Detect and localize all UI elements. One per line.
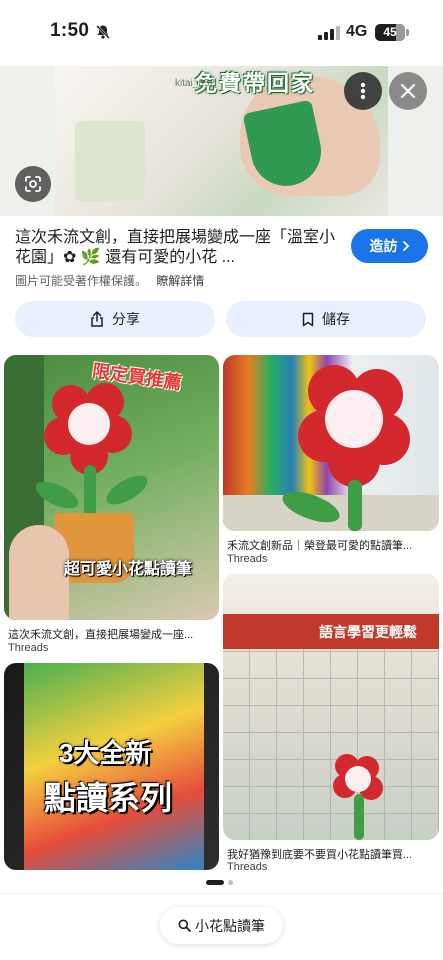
disclaimer-text: 圖片可能受著作權保護。: [15, 274, 148, 288]
status-time: 1:50: [50, 20, 90, 41]
save-button[interactable]: 儲存: [226, 301, 426, 337]
close-button[interactable]: [389, 72, 427, 110]
card-overlay-text: 語言學習更輕鬆: [319, 624, 417, 640]
chevron-right-icon: [402, 241, 409, 251]
card-overlay-text: 點讀系列: [44, 780, 173, 816]
lens-button[interactable]: [15, 166, 51, 202]
card-image[interactable]: 限定買推薦 超可愛小花點讀筆: [4, 355, 219, 620]
signal-icon: [318, 26, 340, 40]
card-title: 禾流文創新品｜榮登最可愛的點讀筆...: [227, 540, 413, 552]
battery-icon: 45: [375, 24, 409, 41]
share-button[interactable]: 分享: [15, 301, 215, 337]
visit-button[interactable]: 造訪: [351, 229, 428, 263]
card-image[interactable]: 3大全新 點讀系列: [4, 663, 219, 870]
share-label: 分享: [112, 311, 140, 327]
hero-photo: 免費帶回家 kitai_052: [55, 66, 388, 216]
page-indicator: [206, 880, 233, 885]
result-title[interactable]: 這次禾流文創，直接把展場變成一座「溫室小花園」✿ 🌿 還有可愛的小花 ...: [15, 228, 335, 268]
share-icon: [91, 311, 103, 327]
more-vert-icon: [360, 82, 366, 100]
copyright-notice: 圖片可能受著作權保護。 瞭解詳情: [15, 272, 204, 289]
visit-label: 造訪: [369, 238, 398, 254]
bell-slash-icon: [96, 25, 110, 39]
card-overlay-text: 3大全新: [59, 738, 152, 768]
card-image[interactable]: [223, 355, 439, 531]
card-image[interactable]: 語言學習更輕鬆: [223, 574, 439, 840]
more-options-button[interactable]: [344, 72, 382, 110]
card-source: Threads: [8, 642, 49, 654]
card-title: 我好猶豫到底要不要買小花點讀筆買...: [227, 849, 413, 861]
card-overlay-text: 超可愛小花點讀筆: [64, 561, 193, 578]
bookmark-icon: [302, 312, 314, 326]
battery-level: 45: [383, 25, 397, 39]
card-source: Threads: [227, 861, 268, 873]
learn-more-link[interactable]: 瞭解詳情: [156, 274, 204, 288]
search-query-label: 小花點讀筆: [195, 917, 265, 934]
search-query-button[interactable]: 小花點讀筆: [160, 907, 283, 944]
card-title: 這次禾流文創，直接把展場變成一座...: [8, 629, 194, 641]
card-source: Threads: [227, 553, 268, 565]
save-label: 儲存: [322, 311, 350, 327]
close-icon: [400, 83, 416, 99]
network-type: 4G: [346, 23, 368, 40]
hero-watermark: kitai_052: [175, 78, 216, 89]
lens-icon: [25, 176, 41, 192]
status-bar: 1:50 4G 45: [0, 0, 443, 66]
search-icon: [178, 919, 191, 932]
